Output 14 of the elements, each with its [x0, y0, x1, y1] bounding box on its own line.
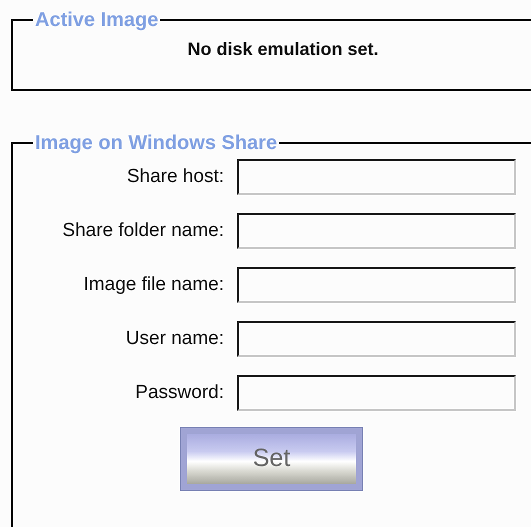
field-label: Share host: — [126, 164, 224, 189]
input-field[interactable] — [237, 213, 516, 249]
input-field[interactable] — [237, 375, 516, 411]
field-label: Share folder name: — [62, 218, 224, 243]
set-button[interactable]: Set — [181, 428, 362, 490]
section-title: Active Image — [34, 8, 160, 32]
field-label: Password: — [135, 380, 224, 405]
field-label: Image file name: — [84, 272, 224, 297]
input-field[interactable] — [237, 321, 516, 357]
input-field[interactable] — [237, 267, 516, 303]
status-text: No disk emulation set. — [187, 38, 379, 61]
field-label: User name: — [126, 326, 224, 351]
section-title: Image on Windows Share — [34, 131, 278, 155]
input-field[interactable] — [237, 159, 516, 195]
